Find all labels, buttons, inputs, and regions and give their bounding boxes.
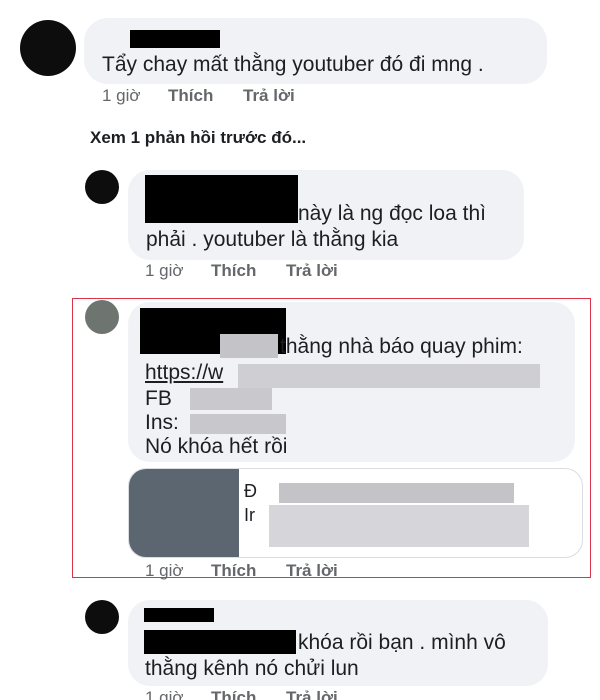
redacted-text	[145, 175, 298, 223]
link-preview-card[interactable]: Đ Ir	[128, 468, 583, 558]
reply-meta: 1 giờ Thích Trả lời	[0, 561, 600, 583]
redacted-username	[130, 30, 220, 48]
reply-time[interactable]: 1 giờ	[145, 561, 184, 581]
reply-avatar[interactable]	[85, 600, 119, 634]
reply-meta: 1 giờ Thích Trả lời	[0, 688, 600, 700]
reply-avatar[interactable]	[85, 300, 119, 334]
reply-bubble: khóa rồi bạn . mình vô thằng kênh nó chử…	[128, 600, 548, 686]
reply-text-line5: Nó khóa hết rồi	[145, 435, 288, 458]
reply-button[interactable]: Trả lời	[286, 261, 338, 281]
reply-avatar[interactable]	[85, 170, 119, 204]
reply-bubble: thằng nhà báo quay phim: https://w FB In…	[128, 302, 575, 462]
like-button[interactable]: Thích	[211, 688, 256, 700]
reply-time[interactable]: 1 giờ	[145, 688, 184, 700]
reply-button[interactable]: Trả lời	[286, 688, 338, 700]
reply-bubble: này là ng đọc loa thì phải . youtuber là…	[128, 170, 524, 260]
reply-meta: 1 giờ Thích Trả lời	[0, 261, 600, 283]
redacted-text	[144, 630, 296, 654]
pixelated-text	[190, 388, 272, 410]
comment-meta: 1 giờ Thích Trả lời	[0, 86, 600, 108]
reply-time[interactable]: 1 giờ	[145, 261, 184, 281]
pixelated-link	[238, 364, 540, 388]
like-button[interactable]: Thích	[211, 561, 256, 581]
link-preview-subtitle: Ir	[244, 505, 255, 525]
comment-bubble: Tẩy chay mất thằng youtuber đó đi mng .	[84, 18, 547, 84]
link-preview-thumbnail	[129, 469, 239, 557]
reply-text-line2: phải . youtuber là thằng kia	[146, 228, 399, 251]
pixelated-text	[190, 414, 286, 434]
pixelated-text	[220, 334, 278, 358]
reply-text-line1: thằng nhà báo quay phim:	[280, 335, 523, 358]
reply-text-line2: thằng kênh nó chửi lun	[145, 657, 359, 680]
pixelated-preview-title	[279, 483, 514, 503]
reply-button[interactable]: Trả lời	[243, 86, 295, 106]
comment-text: Tẩy chay mất thằng youtuber đó đi mng .	[102, 53, 484, 76]
reply-button[interactable]: Trả lời	[286, 561, 338, 581]
view-previous-replies-link[interactable]: Xem 1 phản hồi trước đó...	[90, 128, 306, 148]
commenter-avatar[interactable]	[20, 20, 76, 76]
like-button[interactable]: Thích	[211, 261, 256, 281]
link-preview-title: Đ	[244, 481, 257, 501]
like-button[interactable]: Thích	[168, 86, 213, 106]
redacted-username	[144, 608, 214, 622]
comment-time[interactable]: 1 giờ	[102, 86, 141, 106]
pixelated-preview-subtitle	[269, 505, 529, 547]
